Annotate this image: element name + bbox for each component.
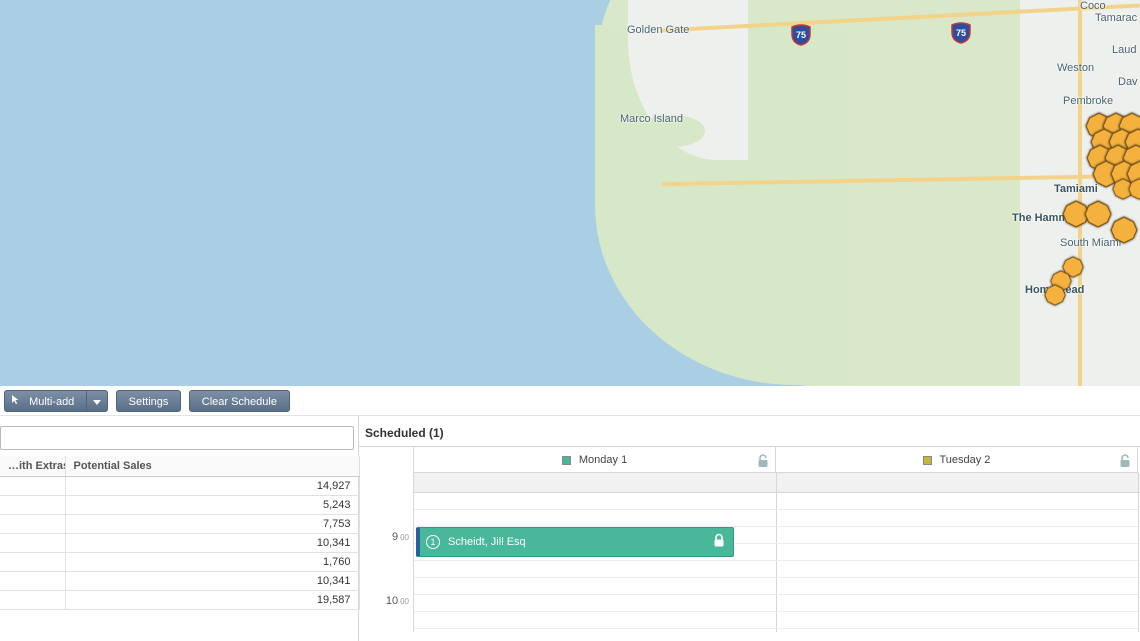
cell-potential: 5,243 <box>65 496 359 515</box>
city-label: Laud <box>1112 44 1136 56</box>
time-slot[interactable] <box>414 629 1140 641</box>
cell-potential: 14,927 <box>65 477 359 496</box>
day-header-monday[interactable]: Monday 1 <box>414 447 776 473</box>
cell-potential: 7,753 <box>65 515 359 534</box>
toolbar: Multi-add Settings Clear Schedule <box>0 386 1140 416</box>
calendar[interactable]: 900 1000 Monday 1 Tuesday 2 <box>359 446 1140 632</box>
clear-schedule-button[interactable]: Clear Schedule <box>189 390 290 412</box>
allday-row[interactable] <box>414 473 1140 493</box>
map-canvas[interactable]: Golden Gate Marco Island Weston Pembroke Tam… <box>0 0 1140 386</box>
cell-extras <box>0 496 65 515</box>
cell-potential: 10,341 <box>65 534 359 553</box>
map-marker[interactable] <box>1128 178 1140 200</box>
city-label: Pembroke <box>1063 95 1113 107</box>
cell-extras <box>0 534 65 553</box>
lock-icon <box>713 534 725 551</box>
records-pane: …ith Extras Potential Sales 14,9275,2437… <box>0 416 359 641</box>
calendar-event[interactable]: 1 Scheidt, Jill Esq <box>416 527 734 557</box>
col-potential-sales[interactable]: Potential Sales <box>65 456 359 477</box>
cell-extras <box>0 591 65 610</box>
chevron-down-icon <box>93 400 101 405</box>
day-label: Monday 1 <box>579 454 627 466</box>
cell-potential: 1,760 <box>65 553 359 572</box>
table-row[interactable]: 10,341 <box>0 572 359 591</box>
bottom-panel: …ith Extras Potential Sales 14,9275,2437… <box>0 416 1140 641</box>
cell-extras <box>0 477 65 496</box>
day-color-swatch <box>923 456 932 465</box>
table-row[interactable]: 5,243 <box>0 496 359 515</box>
city-label: Golden Gate <box>627 24 689 36</box>
table-row[interactable]: 10,341 <box>0 534 359 553</box>
map-marker[interactable] <box>1084 200 1112 228</box>
schedule-title: Scheduled (1) <box>359 416 1140 446</box>
search-input[interactable] <box>1 427 353 449</box>
table-row[interactable]: 14,927 <box>0 477 359 496</box>
city-label: Dav <box>1118 76 1138 88</box>
day-label: Tuesday 2 <box>939 454 990 466</box>
multi-add-dropdown[interactable] <box>87 390 108 412</box>
cell-extras <box>0 572 65 591</box>
city-label: Coco <box>1080 0 1106 12</box>
city-label: Tamarac <box>1095 12 1137 24</box>
col-extras[interactable]: …ith Extras <box>0 456 65 477</box>
time-label: 1000 <box>386 595 409 607</box>
event-order-badge: 1 <box>426 535 440 549</box>
time-slot[interactable] <box>414 510 1140 527</box>
cursor-icon <box>11 391 22 413</box>
time-label: 900 <box>392 531 409 543</box>
interstate-shield-icon: 75 <box>950 22 972 44</box>
svg-text:75: 75 <box>956 28 966 38</box>
schedule-pane: Scheduled (1) 900 1000 Monday 1 Tuesday 2 <box>359 416 1140 641</box>
city-label: Marco Island <box>620 113 683 125</box>
interstate-shield-icon: 75 <box>790 24 812 46</box>
table-row[interactable]: 19,587 <box>0 591 359 610</box>
time-slot[interactable] <box>414 595 1140 612</box>
map-marker[interactable] <box>1110 216 1138 244</box>
cell-potential: 19,587 <box>65 591 359 610</box>
time-slot[interactable] <box>414 493 1140 510</box>
calendar-grid[interactable]: 1 Scheidt, Jill Esq <box>414 473 1140 632</box>
multi-add-button[interactable]: Multi-add <box>4 390 87 412</box>
event-title: Scheidt, Jill Esq <box>448 536 526 548</box>
multi-add-label: Multi-add <box>29 396 74 408</box>
table-row[interactable]: 7,753 <box>0 515 359 534</box>
settings-button[interactable]: Settings <box>116 390 182 412</box>
map-marker[interactable] <box>1044 284 1066 306</box>
time-slot[interactable] <box>414 561 1140 578</box>
cell-extras <box>0 515 65 534</box>
time-gutter: 900 1000 <box>359 447 414 632</box>
cell-extras <box>0 553 65 572</box>
time-slot[interactable] <box>414 612 1140 629</box>
svg-text:75: 75 <box>796 30 806 40</box>
city-label: Weston <box>1057 62 1094 74</box>
cell-potential: 10,341 <box>65 572 359 591</box>
day-header-tuesday[interactable]: Tuesday 2 <box>776 447 1138 473</box>
time-slot[interactable] <box>414 578 1140 595</box>
day-color-swatch <box>562 456 571 465</box>
records-table: …ith Extras Potential Sales 14,9275,2437… <box>0 456 360 610</box>
search-box[interactable] <box>0 426 354 450</box>
table-row[interactable]: 1,760 <box>0 553 359 572</box>
